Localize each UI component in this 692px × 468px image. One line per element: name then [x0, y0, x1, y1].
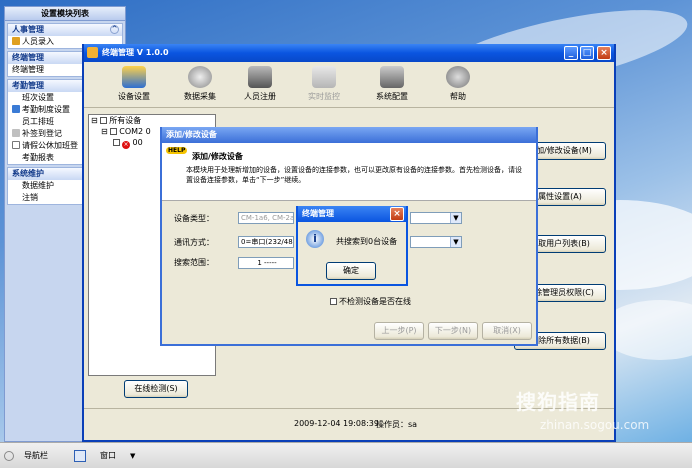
minimize-button[interactable]: _	[564, 46, 578, 60]
maximize-button[interactable]: □	[580, 46, 594, 60]
comm-method-select-tail[interactable]: ▼	[410, 236, 462, 248]
taskbar: 导航栏 窗口 ▼	[0, 442, 692, 468]
data-collect-icon	[188, 66, 212, 88]
device-type-label: 设备类型：	[174, 214, 214, 223]
taskbar-nav-button[interactable]: 导航栏	[24, 448, 48, 464]
help-badge-icon: HELP	[166, 147, 188, 154]
chevron-down-icon[interactable]: ▼	[130, 448, 135, 464]
msgbox-titlebar[interactable]: 终端管理 ×	[298, 206, 406, 222]
window-icon	[74, 450, 86, 462]
status-datetime: 2009-12-04 19:08:39	[294, 419, 379, 428]
device-checkbox[interactable]	[113, 139, 120, 146]
user-icon	[12, 37, 20, 45]
tool-data-collect[interactable]: 数据采集	[170, 66, 230, 102]
no-detect-option[interactable]: 不检测设备是否在线	[330, 296, 411, 307]
app-icon	[87, 47, 98, 58]
dialog-title[interactable]: 添加/修改设备	[162, 127, 536, 143]
close-button[interactable]: ×	[597, 46, 611, 60]
msgbox-close-button[interactable]: ×	[390, 207, 404, 221]
dialog-description: 本模块用于处理新增加的设备，设置设备的连接参数，也可以更改原有设备的连接参数。首…	[186, 166, 522, 184]
com-checkbox[interactable]	[110, 128, 118, 135]
dialog-header: HELP 添加/修改设备 本模块用于处理新增加的设备，设置设备的连接参数，也可以…	[162, 143, 536, 201]
tool-user-register[interactable]: 人员注册	[230, 66, 290, 102]
window-title: 终端管理 V 1.0.0	[102, 48, 169, 57]
nav-icon	[4, 451, 14, 461]
root-checkbox[interactable]	[100, 117, 108, 124]
no-detect-checkbox[interactable]	[330, 298, 337, 305]
search-result-msgbox: 终端管理 × i 共搜索到0台设备 确定	[296, 206, 408, 286]
dropdown-arrow-icon: ▼	[450, 213, 461, 223]
search-range-label: 搜索范围：	[174, 258, 214, 267]
watermark-url: zhinan.sogou.com	[540, 418, 650, 432]
window-titlebar[interactable]: 终端管理 V 1.0.0 _ □ ×	[84, 44, 614, 62]
tool-system-config[interactable]: 系统配置	[362, 66, 422, 102]
msgbox-text: 共搜索到0台设备	[336, 237, 398, 246]
status-operator: 操作员：sa	[376, 420, 418, 429]
error-icon: ×	[122, 141, 130, 149]
dialog-heading: 添加/修改设备	[192, 152, 243, 161]
ok-button[interactable]: 确定	[326, 262, 376, 280]
user-register-icon	[248, 66, 272, 88]
device-type-select-tail[interactable]: ▼	[410, 212, 462, 224]
leave-icon	[12, 141, 20, 149]
device-settings-icon	[122, 66, 146, 88]
taskbar-window-button[interactable]: 窗口	[100, 448, 116, 464]
msgbox-title: 终端管理	[302, 209, 334, 218]
tree-root[interactable]: ⊟ 所有设备	[89, 115, 215, 126]
range-from-input[interactable]: 1 -----	[238, 257, 294, 269]
comm-method-label: 通讯方式：	[174, 238, 214, 247]
resign-icon	[12, 129, 20, 137]
group-header-personnel[interactable]: 人事管理 ^	[8, 24, 122, 36]
gear-icon	[380, 66, 404, 88]
cancel-button[interactable]: 取消(X)	[482, 322, 532, 340]
tool-help[interactable]: 帮助	[428, 66, 488, 102]
watermark-brand: 搜狗指南	[516, 390, 600, 414]
tool-realtime-monitor[interactable]: 实时监控	[294, 66, 354, 102]
device-type-select[interactable]: CM-1a6, CM-2a6,	[238, 212, 294, 224]
info-icon: i	[306, 230, 324, 248]
dropdown-arrow-icon: ▼	[450, 237, 461, 247]
monitor-icon	[312, 66, 336, 88]
online-check-button[interactable]: 在线检测(S)	[124, 380, 188, 398]
main-toolbar: 设备设置 数据采集 人员注册 实时监控 系统配置 帮助	[84, 62, 614, 108]
tool-device-settings[interactable]: 设备设置	[104, 66, 164, 102]
sidebar-title: 设置模块列表	[5, 7, 125, 21]
help-icon	[446, 66, 470, 88]
prev-button[interactable]: 上一步(P)	[374, 322, 424, 340]
comm-method-select[interactable]: 0=串口(232/485	[238, 236, 294, 248]
next-button[interactable]: 下一步(N)	[428, 322, 478, 340]
collapse-icon[interactable]: ^	[110, 25, 119, 34]
policy-icon	[12, 105, 20, 113]
